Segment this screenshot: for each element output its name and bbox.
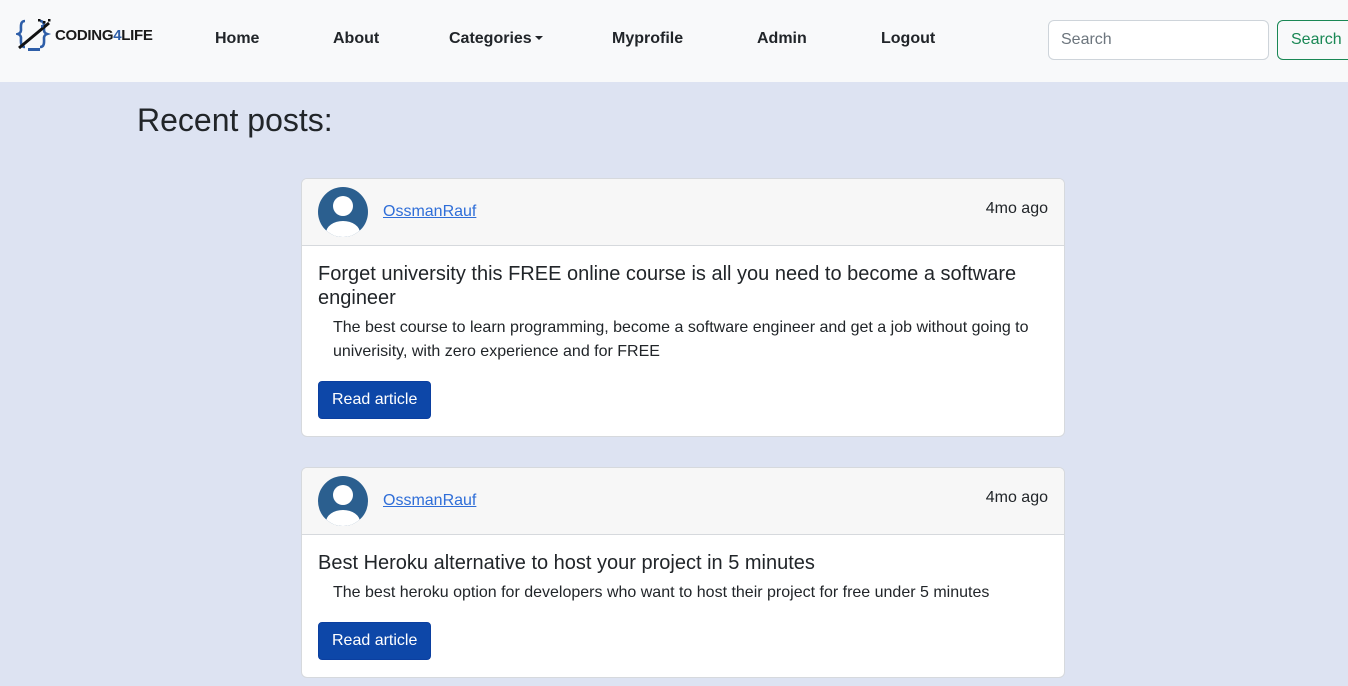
post-card-body: Forget university this FREE online cours… bbox=[302, 246, 1064, 435]
post-excerpt: The best course to learn programming, be… bbox=[333, 319, 1029, 360]
search-button[interactable]: Search bbox=[1277, 20, 1348, 60]
page-title: Recent posts: bbox=[137, 102, 333, 138]
post-author-link[interactable]: OssmanRauf bbox=[383, 492, 476, 510]
nav-about[interactable]: About bbox=[333, 30, 379, 48]
nav-categories-label: Categories bbox=[449, 30, 532, 47]
nav-logout[interactable]: Logout bbox=[881, 30, 935, 48]
post-card-header: OssmanRauf 4mo ago bbox=[302, 468, 1064, 535]
brand-name: CODING4LIFE bbox=[55, 26, 153, 44]
post-card: OssmanRauf 4mo ago Forget university thi… bbox=[301, 178, 1065, 437]
post-title: Best Heroku alternative to host your pro… bbox=[318, 552, 815, 574]
post-timestamp: 4mo ago bbox=[985, 489, 1048, 506]
brand-logo-link[interactable]: CODING4LIFE bbox=[16, 17, 153, 53]
nav-categories-dropdown[interactable]: Categories bbox=[449, 30, 543, 48]
post-title: Forget university this FREE online cours… bbox=[318, 263, 1017, 309]
post-timestamp: 4mo ago bbox=[985, 200, 1048, 217]
caret-down-icon bbox=[534, 36, 543, 40]
post-card: OssmanRauf 4mo ago Best Heroku alternati… bbox=[301, 467, 1065, 678]
post-card-body: Best Heroku alternative to host your pro… bbox=[302, 535, 1064, 676]
code-braces-monitor-icon bbox=[16, 19, 52, 51]
search-input[interactable] bbox=[1048, 20, 1269, 60]
nav-admin[interactable]: Admin bbox=[757, 30, 807, 48]
read-article-button[interactable]: Read article bbox=[318, 381, 432, 419]
avatar-user-icon bbox=[318, 476, 368, 526]
avatar-user-icon bbox=[318, 187, 368, 237]
navbar: CODING4LIFE Home About Categories Myprof… bbox=[0, 0, 1348, 82]
post-author-link[interactable]: OssmanRauf bbox=[383, 203, 476, 221]
post-excerpt: The best heroku option for developers wh… bbox=[333, 584, 990, 601]
nav-myprofile[interactable]: Myprofile bbox=[612, 30, 683, 48]
read-article-button[interactable]: Read article bbox=[318, 622, 432, 660]
nav-home[interactable]: Home bbox=[215, 30, 259, 48]
post-card-header: OssmanRauf 4mo ago bbox=[302, 179, 1064, 246]
